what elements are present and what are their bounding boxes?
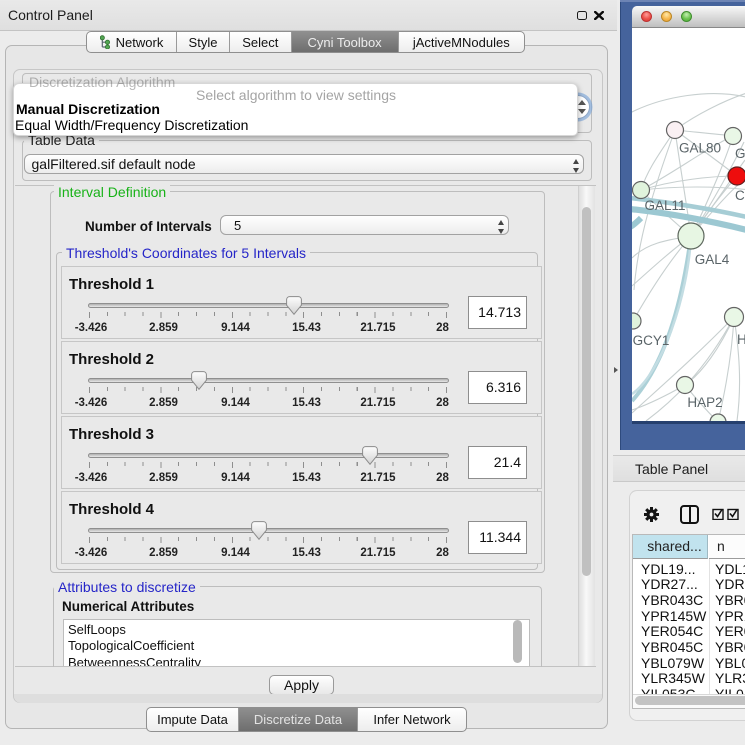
svg-text:H: H	[737, 332, 745, 347]
svg-text:GA: GA	[735, 146, 745, 161]
svg-text:HAP2: HAP2	[687, 395, 722, 410]
svg-text:GCY1: GCY1	[633, 333, 670, 348]
svg-text:GAL4: GAL4	[695, 252, 730, 267]
svg-text:GAL80: GAL80	[679, 141, 721, 156]
svg-text:GAL11: GAL11	[644, 198, 685, 213]
svg-text:C: C	[735, 188, 745, 203]
